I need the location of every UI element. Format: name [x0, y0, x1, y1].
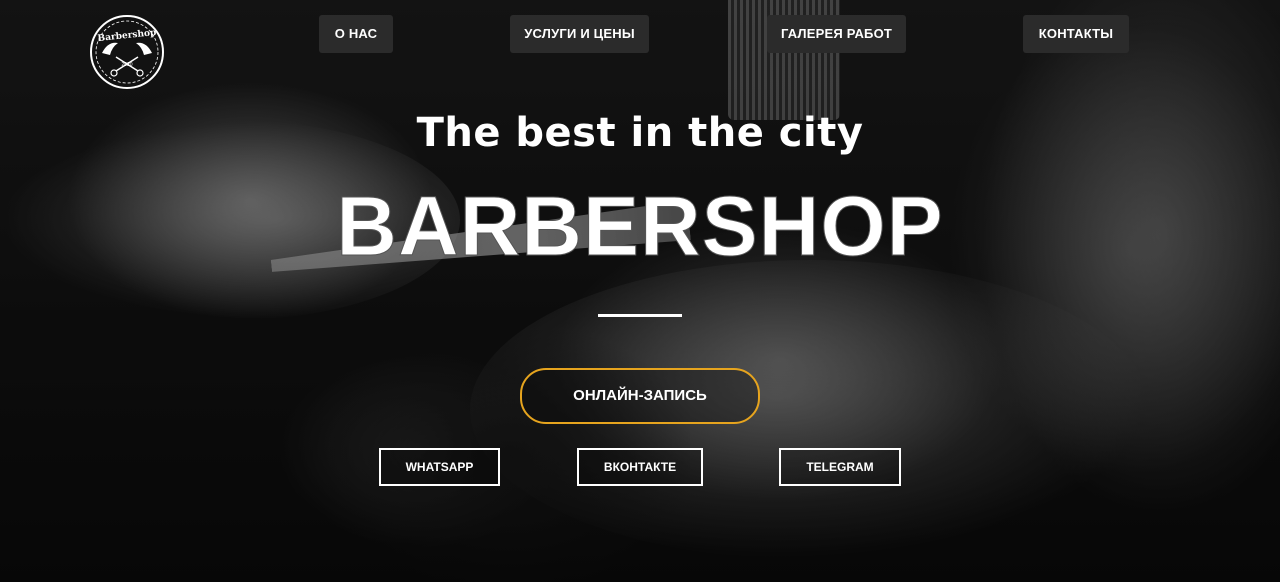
hero-divider	[598, 314, 682, 317]
hero-section: Barbershop 2020 О НАС УСЛУГИ И ЦЕНЫ ГАЛЕ…	[0, 0, 1280, 582]
nav-gallery[interactable]: ГАЛЕРЕЯ РАБОТ	[767, 15, 906, 53]
logo-emblem-icon	[90, 15, 164, 89]
nav-services-prices[interactable]: УСЛУГИ И ЦЕНЫ	[510, 15, 649, 53]
hero-title: BARBERSHOP	[336, 179, 944, 274]
hero-overlay	[0, 0, 1280, 582]
logo[interactable]: Barbershop 2020	[88, 13, 166, 91]
telegram-button[interactable]: TELEGRAM	[779, 448, 901, 486]
online-booking-button[interactable]: ОНЛАЙН-ЗАПИСЬ	[520, 368, 760, 424]
nav-about[interactable]: О НАС	[319, 15, 393, 53]
whatsapp-button[interactable]: WHATSAPP	[379, 448, 500, 486]
vkontakte-button[interactable]: ВКОНТАКТЕ	[577, 448, 703, 486]
logo-year: 2020	[121, 62, 133, 68]
hero-tagline: The best in the city	[416, 110, 864, 156]
nav-contacts[interactable]: КОНТАКТЫ	[1023, 15, 1129, 53]
